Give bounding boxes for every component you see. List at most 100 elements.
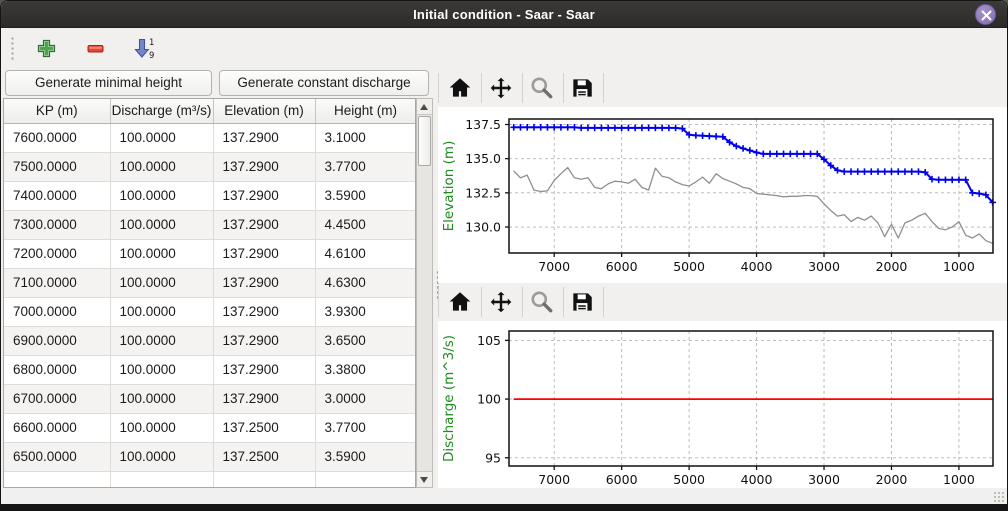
discharge-figure[interactable]: 700060005000400030002000100010510095Disc… (438, 321, 1008, 488)
plot1-save-button[interactable] (566, 72, 598, 104)
discharge-chart[interactable]: 700060005000400030002000100010510095Disc… (438, 321, 1008, 488)
sort-rows-button[interactable]: 1 9 (131, 35, 158, 62)
table-cell[interactable]: 7300.0000 (4, 210, 110, 239)
add-row-button[interactable] (33, 35, 60, 62)
table-cell[interactable]: 3.1000 (315, 123, 416, 152)
table-row[interactable]: 7400.0000100.0000137.29003.5900 (4, 181, 416, 210)
table-cell[interactable]: 7600.0000 (4, 123, 110, 152)
table-cell[interactable]: 137.2900 (213, 181, 315, 210)
table-cell[interactable]: 137.2900 (213, 268, 315, 297)
table-cell[interactable] (110, 471, 213, 487)
table-cell[interactable]: 7000.0000 (4, 297, 110, 326)
svg-text:95: 95 (485, 450, 501, 465)
table-row[interactable]: 6500.0000100.0000137.25003.5900 (4, 442, 416, 471)
table-cell[interactable]: 6700.0000 (4, 384, 110, 413)
table-row[interactable]: 6800.0000100.0000137.29003.3800 (4, 355, 416, 384)
column-header-1[interactable]: Discharge (m³/s) (110, 99, 213, 123)
generate-constant-discharge-button[interactable]: Generate constant discharge (219, 70, 429, 96)
table-row[interactable]: 7200.0000100.0000137.29004.6100 (4, 239, 416, 268)
remove-row-button[interactable] (82, 35, 109, 62)
table-header-row: KP (m)Discharge (m³/s)Elevation (m)Heigh… (4, 99, 416, 123)
table-cell[interactable]: 137.2900 (213, 326, 315, 355)
table-cell[interactable]: 100.0000 (110, 413, 213, 442)
plot1-pan-button[interactable] (485, 72, 517, 104)
table-cell[interactable]: 137.2900 (213, 355, 315, 384)
scrollbar-thumb[interactable] (418, 116, 431, 166)
table-cell[interactable]: 100.0000 (110, 123, 213, 152)
table-cell[interactable]: 3.0000 (315, 384, 416, 413)
table-cell[interactable]: 100.0000 (110, 210, 213, 239)
table-cell[interactable]: 6600.0000 (4, 413, 110, 442)
table-cell[interactable]: 100.0000 (110, 268, 213, 297)
scroll-down-button[interactable] (417, 471, 432, 487)
table-cell[interactable]: 100.0000 (110, 297, 213, 326)
table-cell[interactable]: 6500.0000 (4, 442, 110, 471)
table-row[interactable]: 7300.0000100.0000137.29004.4500 (4, 210, 416, 239)
table-row-partial[interactable] (4, 471, 416, 487)
table-cell[interactable]: 137.2900 (213, 239, 315, 268)
table-cell[interactable]: 4.4500 (315, 210, 416, 239)
table-cell[interactable]: 100.0000 (110, 181, 213, 210)
table-row[interactable]: 6700.0000100.0000137.29003.0000 (4, 384, 416, 413)
table-cell[interactable]: 3.7700 (315, 413, 416, 442)
plot2-save-button[interactable] (566, 286, 598, 318)
table-cell[interactable]: 137.2900 (213, 152, 315, 181)
column-header-0[interactable]: KP (m) (4, 99, 110, 123)
table-cell[interactable]: 100.0000 (110, 326, 213, 355)
table-cell[interactable]: 3.9300 (315, 297, 416, 326)
scroll-up-button[interactable] (417, 99, 432, 115)
elevation-chart[interactable]: 7000600050004000300020001000137.5135.013… (438, 107, 1008, 283)
table-cell[interactable]: 100.0000 (110, 239, 213, 268)
table-cell[interactable]: 137.2900 (213, 210, 315, 239)
table-cell[interactable]: 137.2900 (213, 123, 315, 152)
toolbar-grip[interactable] (9, 35, 15, 61)
table-cell[interactable]: 7500.0000 (4, 152, 110, 181)
table-cell[interactable]: 7200.0000 (4, 239, 110, 268)
table-cell[interactable]: 100.0000 (110, 355, 213, 384)
table-cell[interactable]: 100.0000 (110, 152, 213, 181)
titlebar[interactable]: Initial condition - Saar - Saar (1, 1, 1007, 28)
table-cell[interactable]: 4.6300 (315, 268, 416, 297)
plot1-zoom-button[interactable] (526, 72, 558, 104)
table-row[interactable]: 6900.0000100.0000137.29003.6500 (4, 326, 416, 355)
svg-text:7000: 7000 (538, 259, 570, 274)
svg-text:6000: 6000 (606, 472, 638, 487)
table-cell[interactable]: 6900.0000 (4, 326, 110, 355)
table-cell[interactable]: 3.6500 (315, 326, 416, 355)
table-cell[interactable] (315, 471, 416, 487)
table-cell[interactable]: 4.6100 (315, 239, 416, 268)
table-cell[interactable]: 3.7700 (315, 152, 416, 181)
main-toolbar: 1 9 (2, 29, 1008, 67)
table-cell[interactable] (213, 471, 315, 487)
table-cell[interactable]: 7400.0000 (4, 181, 110, 210)
resize-grip[interactable] (993, 491, 1005, 503)
table-cell[interactable]: 3.5900 (315, 181, 416, 210)
table-cell[interactable]: 7100.0000 (4, 268, 110, 297)
table-row[interactable]: 7600.0000100.0000137.29003.1000 (4, 123, 416, 152)
home-icon (447, 289, 473, 315)
plot2-zoom-button[interactable] (526, 286, 558, 318)
table-cell[interactable]: 137.2500 (213, 413, 315, 442)
table-cell[interactable]: 137.2900 (213, 297, 315, 326)
column-header-3[interactable]: Height (m) (315, 99, 416, 123)
column-header-2[interactable]: Elevation (m) (213, 99, 315, 123)
table-cell[interactable]: 137.2500 (213, 442, 315, 471)
table-row[interactable]: 7500.0000100.0000137.29003.7700 (4, 152, 416, 181)
generate-minimal-height-button[interactable]: Generate minimal height (5, 70, 212, 96)
plot2-home-button[interactable] (444, 286, 476, 318)
table-cell[interactable]: 3.5900 (315, 442, 416, 471)
table-cell[interactable] (4, 471, 110, 487)
table-cell[interactable]: 100.0000 (110, 384, 213, 413)
plot1-home-button[interactable] (444, 72, 476, 104)
table-row[interactable]: 7000.0000100.0000137.29003.9300 (4, 297, 416, 326)
table-row[interactable]: 7100.0000100.0000137.29004.6300 (4, 268, 416, 297)
table-scrollbar[interactable] (416, 98, 433, 488)
table-cell[interactable]: 100.0000 (110, 442, 213, 471)
plot2-pan-button[interactable] (485, 286, 517, 318)
table-cell[interactable]: 3.3800 (315, 355, 416, 384)
elevation-figure[interactable]: 7000600050004000300020001000137.5135.013… (438, 107, 1008, 283)
table-row[interactable]: 6600.0000100.0000137.25003.7700 (4, 413, 416, 442)
close-button[interactable] (975, 4, 996, 25)
table-cell[interactable]: 6800.0000 (4, 355, 110, 384)
table-cell[interactable]: 137.2900 (213, 384, 315, 413)
